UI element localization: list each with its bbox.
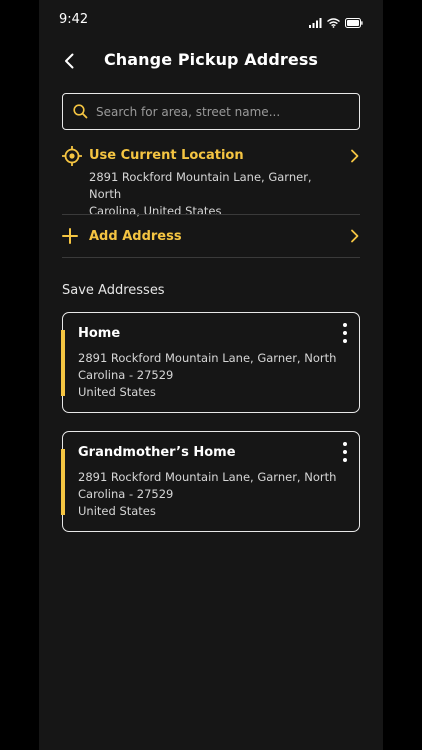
search-box[interactable] — [62, 93, 360, 130]
page-title: Change Pickup Address — [103, 50, 319, 69]
divider — [62, 257, 360, 258]
add-address-label: Add Address — [89, 229, 182, 244]
more-vertical-icon[interactable] — [341, 323, 349, 343]
address-name: Grandmother’s Home — [78, 445, 236, 460]
signal-icon — [309, 13, 322, 32]
status-time: 9:42 — [59, 12, 89, 27]
status-icons — [309, 13, 363, 32]
address-text: 2891 Rockford Mountain Lane, Garner, Nor… — [78, 350, 340, 401]
address-card-home[interactable]: Home 2891 Rockford Mountain Lane, Garner… — [61, 312, 360, 413]
address-line2: Carolina - 27529 — [78, 487, 174, 501]
chevron-right-icon — [351, 229, 359, 243]
use-current-location-label: Use Current Location — [89, 148, 244, 163]
address-card-grandmothers-home[interactable]: Grandmother’s Home 2891 Rockford Mountai… — [61, 431, 360, 532]
address-line1: 2891 Rockford Mountain Lane, Garner, Nor… — [78, 351, 337, 365]
card-accent-bar — [61, 330, 65, 396]
saved-addresses-title: Save Addresses — [62, 283, 165, 298]
more-vertical-icon[interactable] — [341, 442, 349, 462]
wifi-icon — [327, 13, 340, 32]
use-current-location-row[interactable]: Use Current Location 2891 Rockford Mount… — [62, 145, 360, 218]
app-screen: 9:42 Change Pickup Address Search for ar… — [39, 0, 383, 750]
address-line3: United States — [78, 504, 156, 518]
search-icon — [73, 104, 88, 119]
address-text: 2891 Rockford Mountain Lane, Garner, Nor… — [78, 469, 340, 520]
search-input[interactable] — [96, 104, 336, 119]
add-address-row[interactable]: Add Address — [62, 226, 360, 248]
address-name: Home — [78, 326, 121, 341]
target-location-icon — [62, 146, 82, 166]
card-accent-bar — [61, 449, 65, 515]
current-location-address-line2: Carolina, United States — [89, 204, 222, 218]
address-line1: 2891 Rockford Mountain Lane, Garner, Nor… — [78, 470, 337, 484]
divider — [62, 214, 360, 215]
address-line3: United States — [78, 385, 156, 399]
address-line2: Carolina - 27529 — [78, 368, 174, 382]
battery-icon — [345, 13, 363, 32]
current-location-address: 2891 Rockford Mountain Lane, Garner, Nor… — [89, 169, 339, 220]
plus-icon — [62, 228, 78, 244]
chevron-right-icon — [351, 149, 359, 163]
current-location-address-line1: 2891 Rockford Mountain Lane, Garner, Nor… — [89, 170, 312, 201]
